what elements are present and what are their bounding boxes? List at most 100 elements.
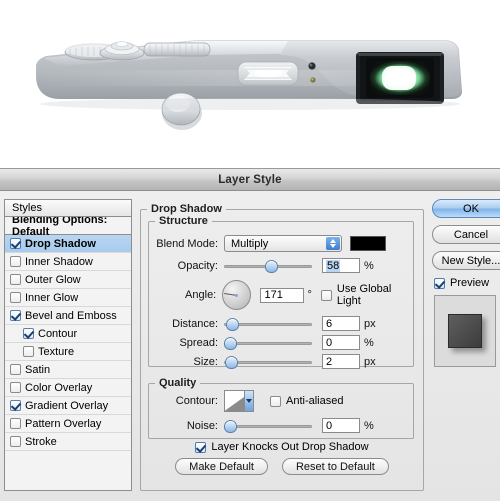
preview-swatch	[448, 314, 482, 348]
noise-input[interactable]: 0	[322, 418, 360, 433]
new-style-label: New Style...	[441, 254, 500, 267]
shadow-color-swatch[interactable]	[350, 236, 386, 251]
anti-aliased-checkbox[interactable]	[270, 395, 281, 407]
opacity-slider[interactable]	[224, 259, 312, 273]
outer-glow-checkbox[interactable]	[10, 274, 21, 285]
anti-aliased-label: Anti-aliased	[286, 395, 344, 407]
styles-list-item-inner-glow[interactable]: Inner Glow	[5, 289, 131, 307]
spread-input[interactable]: 0	[322, 335, 360, 350]
styles-list-item-satin[interactable]: Satin	[5, 361, 131, 379]
cancel-button[interactable]: Cancel	[432, 225, 500, 244]
angle-unit: °	[307, 289, 312, 301]
quality-contour-label: Contour:	[175, 395, 218, 407]
styles-list-item-inner-shadow[interactable]: Inner Shadow	[5, 253, 131, 271]
styles-list-item-contour[interactable]: Contour	[5, 325, 131, 343]
opacity-label: Opacity:	[177, 259, 218, 272]
bevel-and-emboss-checkbox[interactable]	[10, 310, 21, 321]
styles-list-item-gradient-overlay[interactable]: Gradient Overlay	[5, 397, 131, 415]
slider-thumb[interactable]	[225, 317, 239, 331]
contour-checkbox[interactable]	[23, 328, 34, 339]
size-slider[interactable]	[224, 355, 312, 369]
reset-to-default-button[interactable]: Reset to Default	[281, 458, 389, 475]
blend-mode-label: Blend Mode:	[156, 237, 218, 250]
styles-list-item-label: Satin	[25, 363, 51, 376]
texture-checkbox[interactable]	[23, 346, 34, 357]
stepper-arrows-icon[interactable]	[326, 237, 340, 250]
layer-knocks-out-drop-shadow-checkbox[interactable]	[195, 441, 207, 453]
styles-list-item-label: Stroke	[25, 435, 57, 448]
contour-preset-picker[interactable]	[224, 390, 254, 412]
default-buttons-row: Make Default Reset to Default	[140, 458, 424, 475]
dialog-actions: OK Cancel New Style... Preview	[432, 199, 500, 367]
slider-thumb[interactable]	[265, 259, 279, 273]
distance-input[interactable]: 6	[322, 316, 360, 331]
styles-panel: Styles Blending Options: Default Drop Sh…	[4, 199, 132, 491]
size-input[interactable]: 2	[322, 354, 360, 369]
inner-glow-checkbox[interactable]	[10, 292, 21, 303]
size-label: Size:	[193, 355, 218, 368]
slider-thumb[interactable]	[224, 419, 237, 433]
angle-input[interactable]: 171	[260, 287, 304, 303]
styles-list-item-blending-options[interactable]: Blending Options: Default	[5, 217, 131, 238]
styles-list-item-color-overlay[interactable]: Color Overlay	[5, 379, 131, 397]
ok-label: OK	[463, 202, 479, 215]
opacity-input[interactable]: 58	[322, 258, 360, 273]
styles-list[interactable]: Blending Options: Default Drop Shadow In…	[4, 217, 132, 491]
spread-slider[interactable]	[224, 336, 312, 350]
gradient-overlay-checkbox[interactable]	[10, 400, 21, 411]
distance-slider[interactable]	[224, 317, 312, 331]
noise-slider[interactable]	[224, 419, 312, 433]
pattern-overlay-checkbox[interactable]	[10, 418, 21, 429]
preview-checkbox[interactable]	[434, 277, 445, 289]
camera-illustration	[36, 40, 462, 130]
dialog-body: Styles Blending Options: Default Drop Sh…	[0, 191, 500, 501]
new-style-button[interactable]: New Style...	[432, 251, 500, 270]
styles-list-item-outer-glow[interactable]: Outer Glow	[5, 271, 131, 289]
styles-list-item-bevel-and-emboss[interactable]: Bevel and Emboss	[5, 307, 131, 325]
camera-command-dial	[143, 42, 211, 57]
spread-value: 0	[326, 336, 333, 349]
styles-list-item-label: Inner Glow	[25, 291, 79, 304]
styles-list-item-pattern-overlay[interactable]: Pattern Overlay	[5, 415, 131, 433]
styles-list-item-texture[interactable]: Texture	[5, 343, 131, 361]
slider-thumb[interactable]	[224, 355, 238, 369]
preview-label: Preview	[450, 277, 490, 289]
styles-list-item-drop-shadow[interactable]: Drop Shadow	[5, 235, 131, 253]
angle-label: Angle:	[185, 289, 217, 301]
stroke-checkbox[interactable]	[10, 436, 21, 447]
color-overlay-checkbox[interactable]	[10, 382, 21, 393]
blend-mode-value: Multiply	[231, 237, 269, 250]
slider-track	[224, 424, 312, 428]
cancel-label: Cancel	[453, 228, 489, 241]
reset-to-default-label: Reset to Default	[295, 460, 375, 473]
noise-label: Noise:	[186, 419, 218, 432]
styles-list-item-label: Texture	[38, 345, 75, 358]
styles-list-empty-area	[5, 451, 131, 490]
blend-mode-dropdown[interactable]: Multiply	[224, 235, 342, 252]
preview-row[interactable]: Preview	[434, 277, 500, 289]
spread-unit: %	[364, 336, 374, 349]
ok-button[interactable]: OK	[432, 199, 500, 218]
layer-style-dialog: Layer Style Styles Blending Options: Def…	[0, 168, 500, 501]
styles-list-item-stroke[interactable]: Stroke	[5, 433, 131, 451]
preview-thumbnail	[434, 295, 496, 367]
make-default-button[interactable]: Make Default	[175, 458, 268, 475]
styles-list-item-label: Bevel and Emboss	[25, 309, 117, 322]
slider-thumb[interactable]	[224, 336, 237, 350]
camera-photo	[0, 0, 500, 168]
chevron-down-icon[interactable]	[244, 391, 253, 411]
knockout-row[interactable]: Layer Knocks Out Drop Shadow	[140, 441, 424, 453]
opacity-unit: %	[364, 259, 374, 272]
angle-dial[interactable]	[222, 280, 252, 310]
noise-unit: %	[364, 419, 374, 432]
dialog-title: Layer Style	[218, 173, 282, 186]
styles-list-item-label: Gradient Overlay	[25, 399, 109, 412]
styles-panel-header: Styles	[4, 199, 132, 217]
inner-shadow-checkbox[interactable]	[10, 256, 21, 267]
use-global-light-label: Use Global Light	[336, 283, 392, 307]
drop-shadow-checkbox[interactable]	[10, 238, 21, 249]
satin-checkbox[interactable]	[10, 364, 21, 375]
layer-knocks-out-drop-shadow-label: Layer Knocks Out Drop Shadow	[211, 441, 369, 453]
styles-list-item-label: Contour	[38, 327, 78, 340]
use-global-light-checkbox[interactable]	[320, 289, 332, 301]
